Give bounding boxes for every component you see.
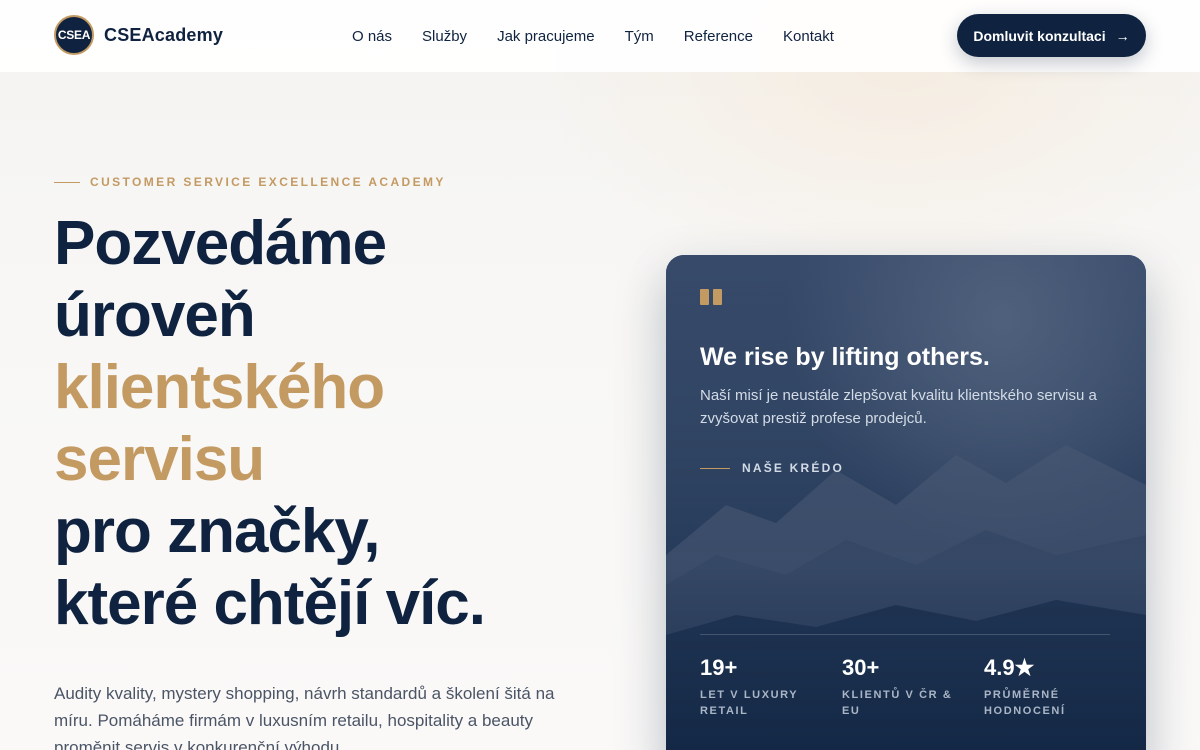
hero-headline: Pozvedáme úroveň klientského servisu pro… [54,208,614,640]
eyebrow-text: CUSTOMER SERVICE EXCELLENCE ACADEMY [90,175,446,189]
nav-link-o-nas[interactable]: O nás [352,28,392,45]
arrow-right-icon: → [1115,27,1130,44]
headline-line: pro značky, [54,497,381,566]
consultation-button[interactable]: Domluvit konzultaci → [957,14,1146,57]
stat-label: KLIENTŮ V ČR & EU [842,687,972,719]
stats-divider [700,634,1110,635]
nav-link-reference[interactable]: Reference [684,28,753,45]
logo-text: CSEAcademy [104,24,224,45]
stat-label-line: KLIENTŮ V ČR & EU [842,689,953,717]
eyebrow-line [54,181,80,183]
headline-highlight: klientského [54,353,385,422]
logo-badge: CSEA [54,15,94,55]
stat-label-line: LET V LUXURY [700,689,799,701]
headline-highlight: servisu [54,425,265,494]
consultation-button-label: Domluvit konzultaci [973,27,1106,44]
stat-label-line: PRŮMĚRNÉ [984,689,1060,701]
stat-label: LET V LUXURY RETAIL [700,687,830,719]
site-header: CSEA CSEAcademy O nás Služby Jak pracuje… [0,0,1200,72]
motto-text: Naší misí je neustále zlepšovat kvalitu … [700,387,1097,427]
stat-rating: 4.9★ PRŮMĚRNÉ HODNOCENÍ [984,655,1114,719]
stat-clients: 30+ KLIENTŮ V ČR & EU [842,655,972,719]
motto-card: We rise by lifting others. Naší misí je … [666,255,1146,750]
stat-value: 30+ [842,655,880,680]
stat-label: PRŮMĚRNÉ HODNOCENÍ [984,687,1114,719]
credo-label: NAŠE KRÉDO [700,461,844,475]
main-nav: O nás Služby Jak pracujeme Tým Reference… [352,0,834,72]
stat-value: 4.9★ [984,655,1035,680]
quote-icon [700,289,722,307]
headline-line: které chtějí víc. [54,569,486,638]
hero-lead-text: Audity kvality, mystery shopping, návrh … [54,684,555,750]
stat-years: 19+ LET V LUXURY RETAIL [700,655,830,719]
logo[interactable]: CSEA CSEAcademy [54,15,223,55]
nav-link-kontakt[interactable]: Kontakt [783,28,834,45]
stat-label-line: RETAIL [700,705,749,717]
nav-link-jak-pracujeme[interactable]: Jak pracujeme [497,28,595,45]
hero-eyebrow: CUSTOMER SERVICE EXCELLENCE ACADEMY [54,175,446,189]
headline-line: Pozvedáme [54,209,387,278]
motto-card-content: We rise by lifting others. Naší misí je … [666,255,1146,750]
motto-title: We rise by lifting others. [700,343,990,371]
nav-link-sluzby[interactable]: Služby [422,28,467,45]
stat-value: 19+ [700,655,738,680]
credo-line [700,467,730,469]
stat-label-line: HODNOCENÍ [984,705,1066,717]
headline-line: úroveň [54,281,256,350]
nav-link-tym[interactable]: Tým [625,28,654,45]
credo-text: NAŠE KRÉDO [742,461,845,475]
